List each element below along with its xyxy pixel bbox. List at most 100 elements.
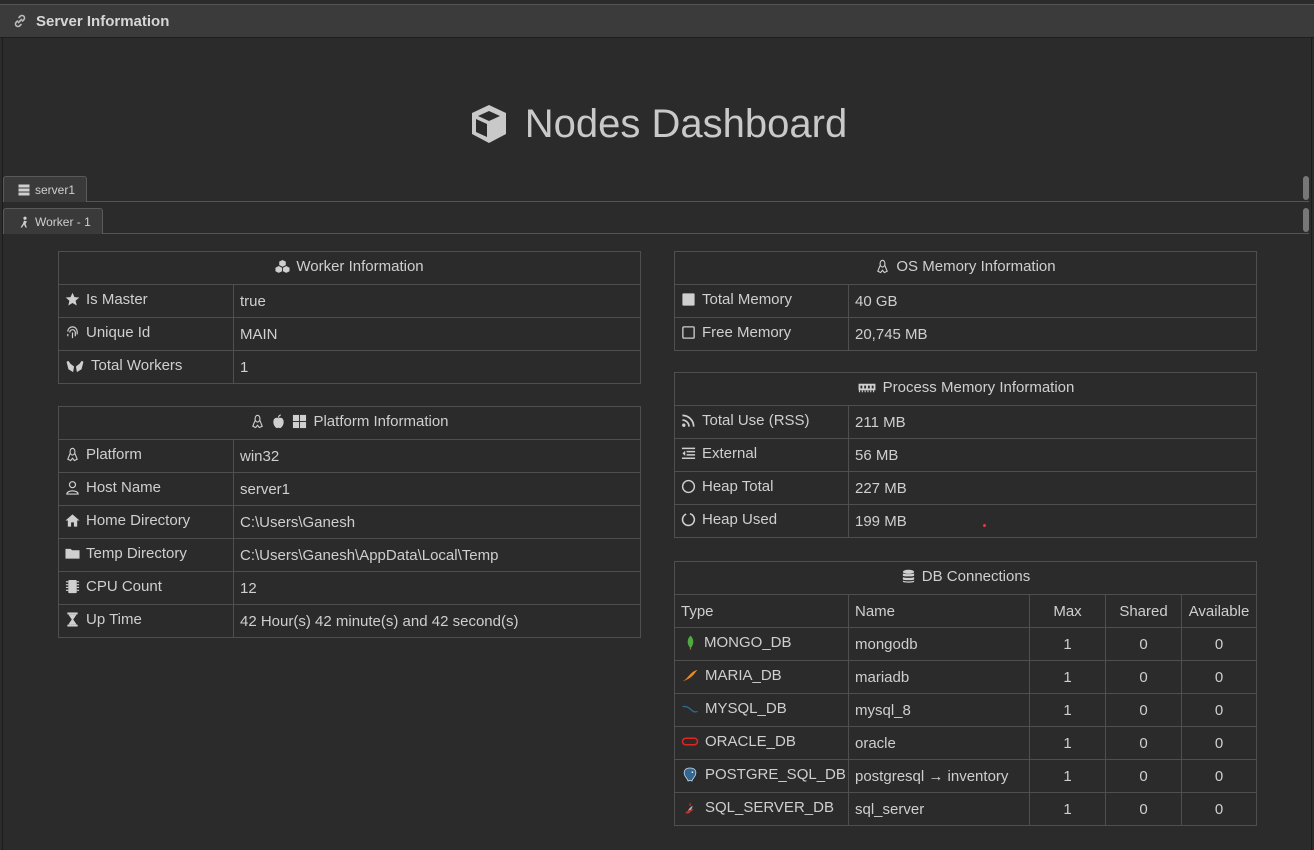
rss-icon xyxy=(682,414,695,427)
table-row: Total Memory 40 GB xyxy=(674,284,1257,318)
table-row: SQL_SERVER_DB sql_server 1 0 0 xyxy=(674,792,1257,826)
db-shared: 0 xyxy=(1105,726,1182,760)
table-row: MONGO_DB mongodb 1 0 0 xyxy=(674,627,1257,661)
table-row: Up Time 42 Hour(s) 42 minute(s) and 42 s… xyxy=(58,604,641,638)
db-type: MONGO_DB xyxy=(674,627,849,661)
table-header: Worker Information xyxy=(58,251,641,285)
row-label: Free Memory xyxy=(674,317,849,351)
db-max: 1 xyxy=(1029,726,1106,760)
db-max: 1 xyxy=(1029,660,1106,694)
square-filled-icon xyxy=(682,293,695,306)
row-label: Total Use (RSS) xyxy=(674,405,849,439)
table-row: Total Use (RSS) 211 MB xyxy=(674,405,1257,439)
column-header: Available xyxy=(1181,594,1257,628)
row-value: MAIN xyxy=(233,317,641,351)
server-tabbar: server1 xyxy=(3,176,1309,202)
fingerprint-icon xyxy=(67,326,78,339)
database-icon xyxy=(902,569,914,583)
scrollbar-thumb[interactable] xyxy=(1303,208,1309,232)
row-value: 211 MB xyxy=(848,405,1257,439)
table-row: Free Memory 20,745 MB xyxy=(674,317,1257,351)
worker-info-table: Worker Information Is Master true Unique… xyxy=(58,251,641,384)
table-header: Platform Information xyxy=(58,406,641,440)
dashboard-heading: Nodes Dashboard xyxy=(0,96,1314,152)
db-connections-table: DB Connections Type Name Max Shared Avai… xyxy=(674,561,1257,826)
row-label: Temp Directory xyxy=(58,538,234,572)
db-type: SQL_SERVER_DB xyxy=(674,792,849,826)
row-value: 56 MB xyxy=(848,438,1257,472)
mariadb-icon xyxy=(682,669,698,682)
oracle-icon xyxy=(681,737,699,746)
mongodb-icon xyxy=(687,635,694,650)
db-type: MARIA_DB xyxy=(674,660,849,694)
row-label: Platform xyxy=(58,439,234,473)
db-name: mongodb xyxy=(848,627,1030,661)
db-available: 0 xyxy=(1181,726,1257,760)
table-row: Platform win32 xyxy=(58,439,641,473)
circle-outline-icon xyxy=(681,479,696,494)
tab-server1[interactable]: server1 xyxy=(3,176,87,202)
row-label: External xyxy=(674,438,849,472)
table-column-headers: Type Name Max Shared Available xyxy=(674,594,1257,628)
table-row: CPU Count 12 xyxy=(58,571,641,605)
hands-icon xyxy=(66,360,84,373)
table-row: Total Workers 1 xyxy=(58,350,641,384)
db-shared: 0 xyxy=(1105,693,1182,727)
table-title: DB Connections xyxy=(674,561,1257,595)
row-label: Up Time xyxy=(58,604,234,638)
table-row: Heap Used 199 MB xyxy=(674,504,1257,538)
db-available: 0 xyxy=(1181,759,1257,793)
window-titlebar: Server Information xyxy=(0,4,1314,38)
db-shared: 0 xyxy=(1105,759,1182,793)
row-value: true xyxy=(233,284,641,318)
indicator-dot xyxy=(983,524,986,527)
os-memory-table: OS Memory Information Total Memory 40 GB… xyxy=(674,251,1257,351)
hourglass-icon xyxy=(67,612,78,627)
worker-tabbar: Worker - 1 xyxy=(3,208,1309,234)
table-row: Home Directory C:\Users\Ganesh xyxy=(58,505,641,539)
table-title: OS Memory Information xyxy=(674,251,1257,285)
table-row: POSTGRE_SQL_DB postgresql → inventory 1 … xyxy=(674,759,1257,793)
db-name: sql_server xyxy=(848,792,1030,826)
row-value: 1 xyxy=(233,350,641,384)
column-header: Name xyxy=(848,594,1030,628)
table-row: Heap Total 227 MB xyxy=(674,471,1257,505)
table-header: DB Connections xyxy=(674,561,1257,595)
db-available: 0 xyxy=(1181,660,1257,694)
row-label: CPU Count xyxy=(58,571,234,605)
table-title: Process Memory Information xyxy=(674,372,1257,406)
cube-icon xyxy=(471,105,506,143)
row-value: 40 GB xyxy=(848,284,1257,318)
square-outline-icon xyxy=(682,326,695,339)
linux-icon xyxy=(67,447,78,462)
row-value: 199 MB xyxy=(848,504,1257,538)
process-memory-table: Process Memory Information Total Use (RS… xyxy=(674,372,1257,538)
db-shared: 0 xyxy=(1105,660,1182,694)
cubes-icon xyxy=(275,259,290,273)
db-name: postgresql → inventory xyxy=(848,759,1030,793)
row-label: Home Directory xyxy=(58,505,234,539)
db-shared: 0 xyxy=(1105,627,1182,661)
linux-icon xyxy=(252,414,264,429)
db-max: 1 xyxy=(1029,693,1106,727)
row-label: Total Workers xyxy=(58,350,234,384)
scrollbar-thumb[interactable] xyxy=(1303,176,1309,200)
table-row: External 56 MB xyxy=(674,438,1257,472)
column-header: Max xyxy=(1029,594,1106,628)
row-value: 42 Hour(s) 42 minute(s) and 42 second(s) xyxy=(233,604,641,638)
db-shared: 0 xyxy=(1105,792,1182,826)
row-label: Heap Total xyxy=(674,471,849,505)
db-type: MYSQL_DB xyxy=(674,693,849,727)
row-value: win32 xyxy=(233,439,641,473)
tab-worker-1[interactable]: Worker - 1 xyxy=(3,208,103,234)
row-value: 20,745 MB xyxy=(848,317,1257,351)
db-name: mysql_8 xyxy=(848,693,1030,727)
db-max: 1 xyxy=(1029,759,1106,793)
platform-info-table: Platform Information Platform win32 Host… xyxy=(58,406,641,638)
table-header: Process Memory Information xyxy=(674,372,1257,406)
row-value: 227 MB xyxy=(848,471,1257,505)
row-value: 12 xyxy=(233,571,641,605)
star-icon xyxy=(65,292,80,306)
page-title: Nodes Dashboard xyxy=(524,101,848,146)
table-row: Temp Directory C:\Users\Ganesh\AppData\L… xyxy=(58,538,641,572)
